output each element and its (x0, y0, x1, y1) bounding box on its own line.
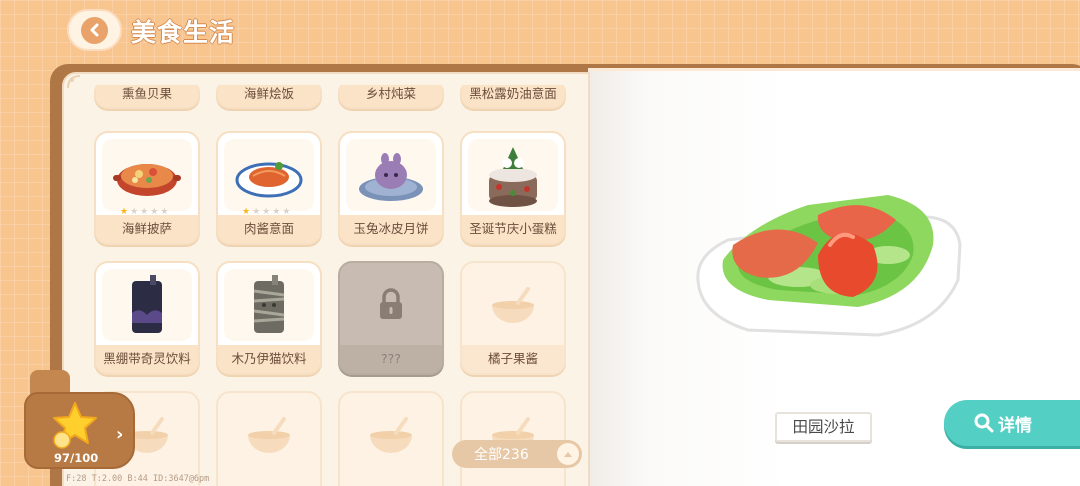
recipe-card[interactable]: ★ ★ ★ ★ ★ 海鲜披萨 (94, 131, 200, 245)
back-arrow-icon (81, 16, 108, 44)
category-filter[interactable]: 全部236 (452, 440, 582, 468)
salad-dish-image (696, 195, 962, 337)
details-label: 详情 (998, 415, 1032, 436)
collection-progress: 97/100 (54, 451, 99, 465)
corner-ornament-icon (67, 75, 81, 89)
chevron-up-icon (557, 443, 579, 465)
recipe-name: ??? (340, 345, 442, 373)
christmas-cake-icon (468, 139, 558, 211)
details-button[interactable]: 详情 (944, 400, 1080, 446)
recipe-name: 玉兔冰皮月饼 (340, 215, 442, 243)
dish-name-label: 田园沙拉 (775, 412, 872, 442)
recipe-name: 木乃伊猫饮料 (218, 345, 320, 373)
recipe-card[interactable]: 橘子果酱 (460, 261, 566, 375)
back-button[interactable] (67, 9, 122, 51)
recipe-name: 橘子果酱 (462, 345, 564, 373)
recipe-card-locked[interactable]: ??? (338, 261, 444, 375)
bowl-placeholder-icon (346, 399, 436, 471)
lock-icon (346, 269, 436, 341)
recipe-card[interactable]: 黑绷带奇灵饮料 (94, 261, 200, 375)
seafood-pizza-icon (102, 139, 192, 211)
recipe-name: 黑绷带奇灵饮料 (96, 345, 198, 373)
mummy-cat-drink-icon (224, 269, 314, 341)
debug-overlay: F:28 T:2.00 B:44 ID:3647@6pm (66, 474, 210, 484)
recipe-card[interactable] (216, 391, 322, 486)
recipe-card[interactable]: 黑松露奶油意面 (460, 85, 566, 109)
recipe-card[interactable]: 熏鱼贝果 (94, 85, 200, 109)
search-icon (974, 413, 994, 433)
recipe-card[interactable]: ★ ★ ★ ★ ★ 肉酱意面 (216, 131, 322, 245)
black-bandage-drink-icon (102, 269, 192, 341)
star-icon (50, 400, 100, 450)
bolognese-pasta-icon (224, 139, 314, 211)
recipe-name: 黑松露奶油意面 (462, 85, 564, 107)
collection-progress-badge[interactable]: 97/100 › (24, 392, 135, 469)
recipe-name: 熏鱼贝果 (96, 85, 198, 107)
chevron-right-icon: › (116, 424, 124, 445)
recipe-card[interactable]: 木乃伊猫饮料 (216, 261, 322, 375)
page-title: 美食生活 (131, 18, 236, 47)
recipe-card[interactable]: 乡村炖菜 (338, 85, 444, 109)
recipe-card[interactable]: 海鲜烩饭 (216, 85, 322, 109)
recipe-name: 海鲜披萨 (96, 215, 198, 243)
jade-rabbit-mooncake-icon (346, 139, 436, 211)
recipe-card[interactable] (460, 391, 566, 486)
bowl-placeholder-icon (468, 269, 558, 341)
recipe-name: 海鲜烩饭 (218, 85, 320, 107)
recipe-grid: 熏鱼贝果 海鲜烩饭 乡村炖菜 黑松露奶油意面 ★ ★ ★ ★ ★ 海鲜披萨 ★ … (92, 85, 572, 486)
recipe-name: 肉酱意面 (218, 215, 320, 243)
recipe-name: 圣诞节庆小蛋糕 (462, 215, 564, 243)
recipe-name: 乡村炖菜 (340, 85, 442, 107)
bowl-placeholder-icon (224, 399, 314, 471)
recipe-card[interactable]: 玉兔冰皮月饼 (338, 131, 444, 245)
filter-label: 全部236 (474, 447, 529, 463)
recipe-card[interactable]: 圣诞节庆小蛋糕 (460, 131, 566, 245)
recipe-card[interactable] (338, 391, 444, 486)
